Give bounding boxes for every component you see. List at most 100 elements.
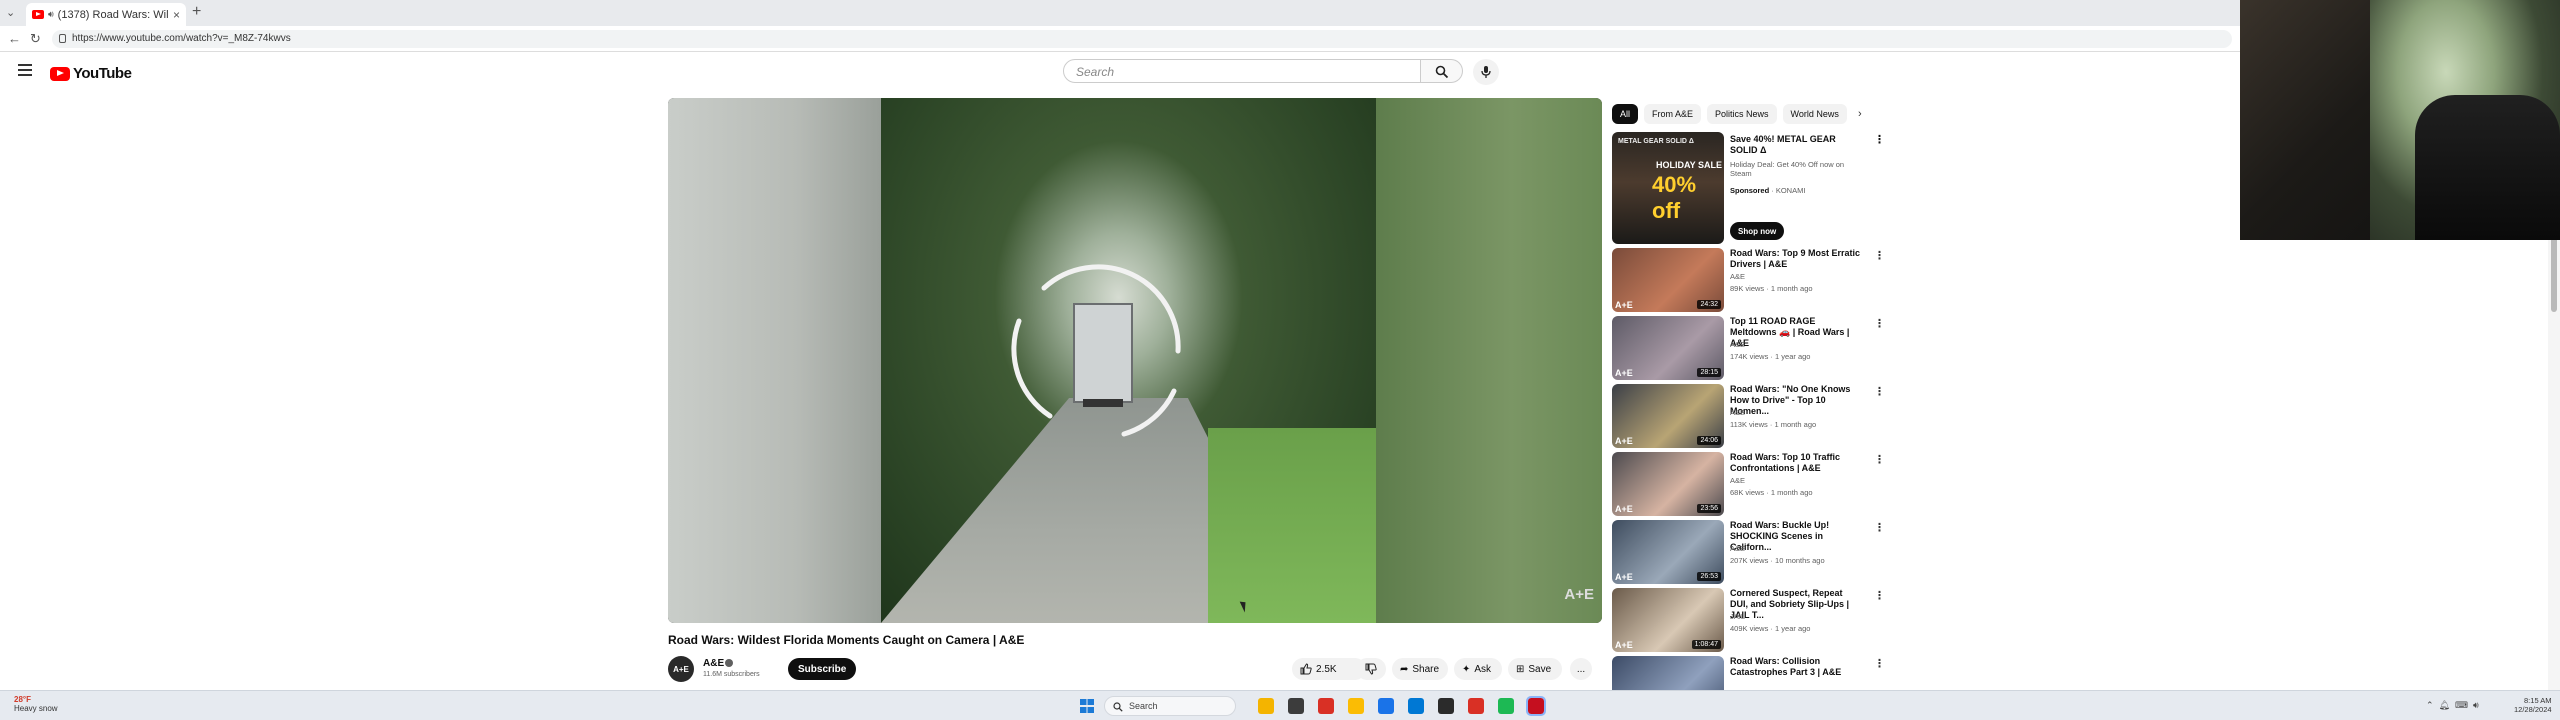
- like-count: 2.5K: [1316, 663, 1337, 675]
- url-input[interactable]: https://www.youtube.com/watch?v=_M8Z-74k…: [52, 30, 2232, 48]
- recommendation-stats: 207K views · 10 months ago: [1730, 556, 1825, 565]
- filter-chips: All From A&E Politics News World News: [1612, 104, 1847, 124]
- ask-button[interactable]: ✦ Ask: [1454, 658, 1502, 680]
- filter-chip[interactable]: All: [1612, 104, 1639, 124]
- voice-search-button[interactable]: [1473, 59, 1499, 85]
- video-grass: [1208, 428, 1378, 623]
- taskbar-app-icon[interactable]: [1258, 698, 1274, 714]
- more-options-icon[interactable]: ⋮: [1874, 385, 1885, 398]
- weather-widget[interactable]: 28°F Heavy snow: [14, 695, 58, 713]
- recommendation-title[interactable]: Road Wars: Collision Catastrophes Part 3…: [1730, 656, 1862, 678]
- more-options-icon[interactable]: ⋮: [1874, 249, 1885, 262]
- recommendation-card[interactable]: A+E 28:15 Top 11 ROAD RAGE Meltdowns 🚗 | R…: [1612, 316, 1885, 380]
- recommendation-title[interactable]: Road Wars: Top 9 Most Erratic Drivers | …: [1730, 248, 1862, 270]
- ad-title[interactable]: Save 40%! METAL GEAR SOLID Δ: [1730, 134, 1862, 156]
- taskbar-app-icon[interactable]: [1318, 698, 1334, 714]
- video-duration: 1:08:47: [1691, 640, 1721, 649]
- recommendation-channel[interactable]: A&E: [1730, 544, 1745, 553]
- taskbar-app-icon[interactable]: [1378, 698, 1394, 714]
- sponsored-label: Sponsored: [1730, 186, 1770, 195]
- search-icon: [1435, 65, 1448, 79]
- browser-tab-active[interactable]: 🔊︎ (1378) Road Wars: Wildest Fl ×: [26, 3, 186, 26]
- back-icon[interactable]: ←: [8, 31, 21, 46]
- ad-thumbnail[interactable]: METAL GEAR SOLID Δ HOLIDAY SALE 40% off: [1612, 132, 1724, 244]
- video-thumbnail[interactable]: A+E 1:08:47: [1612, 588, 1724, 652]
- video-thumbnail[interactable]: A+E 26:53: [1612, 520, 1724, 584]
- channel-avatar[interactable]: A+E: [668, 656, 694, 682]
- video-thumbnail[interactable]: A+E 24:06: [1612, 384, 1724, 448]
- webcam-overlay: [2240, 0, 2560, 240]
- taskbar-app-icon[interactable]: [1288, 698, 1304, 714]
- recommendation-card[interactable]: A+E 24:06 Road Wars: "No One Knows How to …: [1612, 384, 1885, 448]
- lock-icon: [59, 34, 66, 43]
- youtube-logo[interactable]: YouTube: [50, 65, 132, 82]
- menu-icon[interactable]: [18, 64, 32, 79]
- shop-now-button[interactable]: Shop now: [1730, 222, 1785, 240]
- windows-start-icon[interactable]: [1080, 699, 1094, 713]
- video-thumbnail[interactable]: A+E 23:56: [1612, 452, 1724, 516]
- recommendation-channel[interactable]: A&E: [1730, 340, 1745, 349]
- more-options-icon[interactable]: ⋮: [1874, 521, 1885, 534]
- taskbar-app-icon[interactable]: [1498, 698, 1514, 714]
- tab-close-icon[interactable]: ×: [173, 8, 180, 22]
- youtube-logo-icon: [50, 66, 70, 81]
- youtube-favicon-icon: [32, 10, 44, 19]
- taskbar-app-icon[interactable]: [1468, 698, 1484, 714]
- recommendation-title[interactable]: Road Wars: "No One Knows How to Drive" -…: [1730, 384, 1862, 417]
- more-options-icon[interactable]: ⋮: [1874, 589, 1885, 602]
- like-button[interactable]: 2.5K: [1292, 658, 1366, 680]
- video-thumbnail[interactable]: A+E 28:15: [1612, 316, 1724, 380]
- thumbnail-logo: A+E: [1615, 504, 1633, 514]
- new-tab-button[interactable]: +: [192, 3, 201, 21]
- dislike-button[interactable]: [1356, 658, 1386, 680]
- video-duration: 23:56: [1697, 504, 1721, 513]
- filter-chip[interactable]: Politics News: [1707, 104, 1777, 124]
- reload-icon[interactable]: ↻: [30, 31, 41, 47]
- chevron-right-icon[interactable]: ›: [1858, 108, 1862, 120]
- taskbar-app-icon[interactable]: [1348, 698, 1364, 714]
- search-button[interactable]: [1421, 59, 1463, 83]
- more-options-icon[interactable]: ⋮: [1874, 453, 1885, 466]
- save-button[interactable]: ⊞ Save: [1508, 658, 1562, 680]
- channel-name[interactable]: A&E: [703, 658, 724, 669]
- sponsored-ad-card[interactable]: METAL GEAR SOLID Δ HOLIDAY SALE 40% off …: [1612, 132, 1885, 244]
- recommendation-title[interactable]: Top 11 ROAD RAGE Meltdowns 🚗 | Road Wars…: [1730, 316, 1862, 349]
- thumbs-up-icon: [1300, 663, 1312, 675]
- taskbar-app-icon[interactable]: [1408, 698, 1424, 714]
- recommendation-channel[interactable]: JAIL: [1730, 612, 1745, 621]
- recommendation-card[interactable]: A+E 1:08:47 Cornered Suspect, Repeat DUI, …: [1612, 588, 1885, 652]
- search-input[interactable]: Search: [1063, 59, 1421, 83]
- taskbar-clock[interactable]: 8:15 AM 12/28/2024: [2514, 696, 2552, 714]
- verified-icon: [725, 659, 733, 667]
- recommendation-title[interactable]: Cornered Suspect, Repeat DUI, and Sobrie…: [1730, 588, 1862, 621]
- recommendation-card[interactable]: A+E 23:56 Road Wars: Top 10 Traffic Confro…: [1612, 452, 1885, 516]
- more-options-icon[interactable]: ⋮: [1874, 657, 1885, 670]
- video-player[interactable]: A+E: [668, 98, 1602, 623]
- more-actions-button[interactable]: ...: [1570, 658, 1592, 680]
- recommendation-title[interactable]: Road Wars: Top 10 Traffic Confrontations…: [1730, 452, 1862, 474]
- share-button[interactable]: ➦ Share: [1392, 658, 1448, 680]
- taskbar-search-box[interactable]: Search: [1104, 696, 1236, 716]
- recommendation-channel[interactable]: A&E: [1730, 408, 1745, 417]
- video-thumbnail[interactable]: A+E 24:32: [1612, 248, 1724, 312]
- filter-chip[interactable]: World News: [1782, 104, 1847, 124]
- ad-more-icon[interactable]: ⋮: [1874, 133, 1885, 146]
- system-tray-icons[interactable]: ⌃ 🔔︎ ⌨︎ 🔊︎: [2426, 700, 2479, 711]
- recommendation-channel[interactable]: A&E: [1730, 476, 1745, 485]
- taskbar-app-icon[interactable]: [1526, 696, 1546, 716]
- subscribe-button[interactable]: Subscribe: [788, 658, 857, 680]
- address-bar-row: ← ↻ https://www.youtube.com/watch?v=_M8Z…: [0, 26, 2560, 52]
- recommendation-card[interactable]: A+E 24:32 Road Wars: Top 9 Most Erratic Dr…: [1612, 248, 1885, 312]
- more-options-icon[interactable]: ⋮: [1874, 317, 1885, 330]
- clock-date: 12/28/2024: [2514, 705, 2552, 714]
- thumbnail-logo: A+E: [1615, 300, 1633, 310]
- speaker-icon[interactable]: 🔊︎: [48, 9, 54, 20]
- recommendation-channel[interactable]: A&E: [1730, 272, 1745, 281]
- recommendation-card[interactable]: A+E 26:53 Road Wars: Buckle Up! SHOCKING S…: [1612, 520, 1885, 584]
- video-duration: 24:32: [1697, 300, 1721, 309]
- tab-search-icon[interactable]: ⌄: [6, 6, 15, 19]
- thumbnail-logo: A+E: [1615, 572, 1633, 582]
- taskbar-app-icon[interactable]: [1438, 698, 1454, 714]
- recommendation-title[interactable]: Road Wars: Buckle Up! SHOCKING Scenes in…: [1730, 520, 1862, 553]
- filter-chip[interactable]: From A&E: [1644, 104, 1702, 124]
